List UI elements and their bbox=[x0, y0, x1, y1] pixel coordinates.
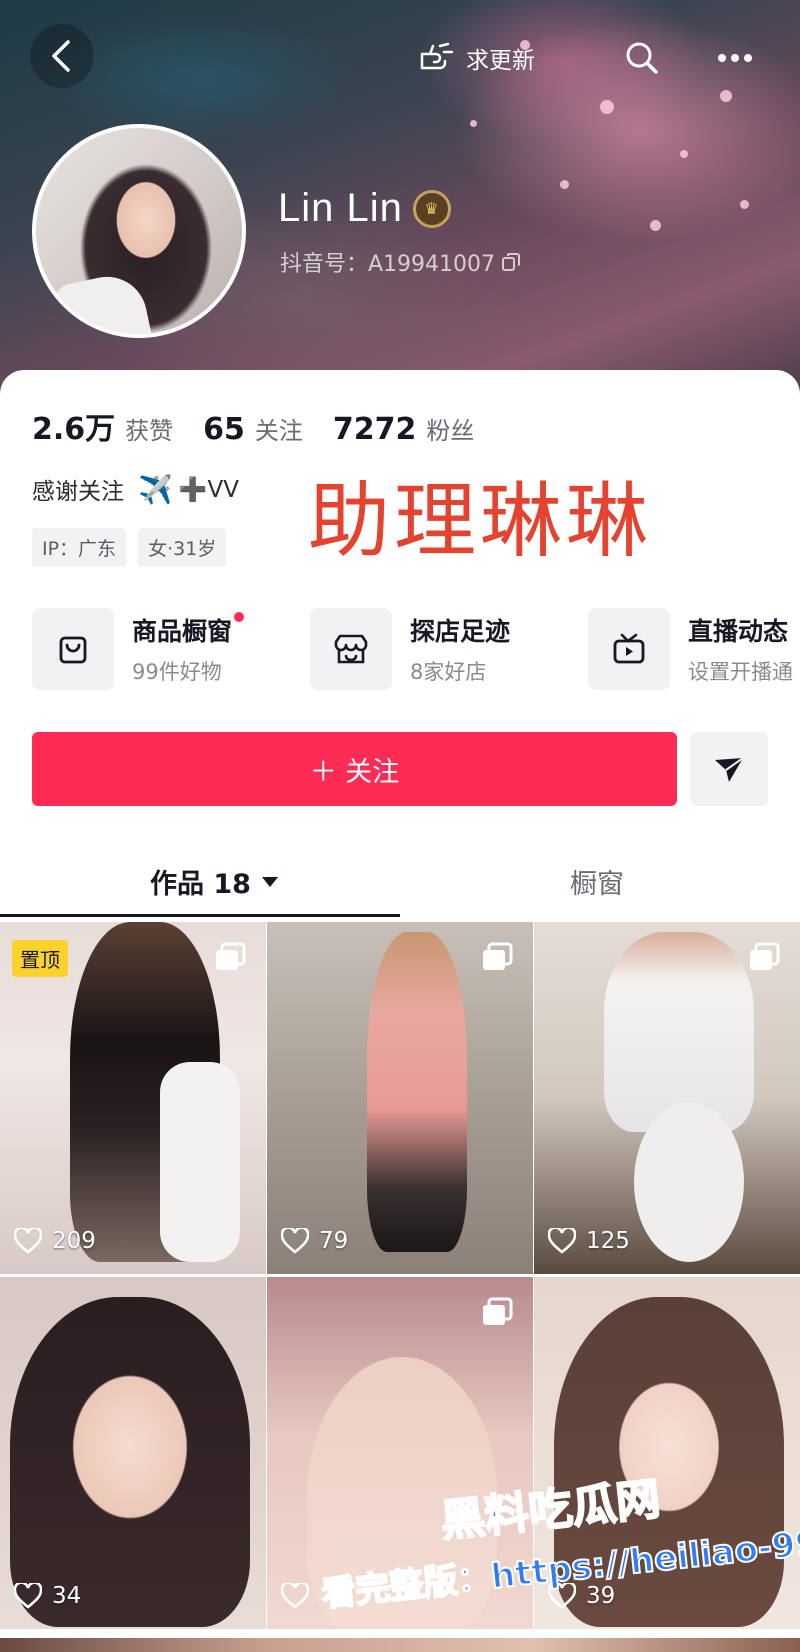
profile-tags: IP：广东 女·31岁 bbox=[32, 528, 227, 567]
multi-image-icon bbox=[216, 942, 246, 970]
next-row-preview bbox=[0, 1638, 800, 1652]
feature-store-visits-subtitle: 8家好店 bbox=[410, 660, 487, 684]
video-tile[interactable]: 125 bbox=[534, 922, 800, 1274]
video-grid: 置顶 209 79 125 34 39 bbox=[0, 922, 800, 1629]
gender-age-tag: 女·31岁 bbox=[138, 528, 227, 567]
bio-text: 感谢关注 bbox=[32, 479, 124, 505]
video-tile[interactable]: 79 bbox=[267, 922, 533, 1274]
heart-icon bbox=[14, 1228, 42, 1254]
feature-shop-window-title: 商品橱窗 bbox=[132, 612, 245, 648]
stat-likes-label: 获赞 bbox=[125, 417, 174, 445]
feature-live-updates-title: 直播动态 bbox=[688, 617, 789, 646]
feature-shop-window-title-text: 商品橱窗 bbox=[132, 617, 233, 646]
feature-shop-window[interactable]: 商品橱窗 99件好物 bbox=[32, 608, 282, 690]
stat-likes-value: 2.6万 bbox=[32, 412, 116, 447]
feature-store-visits-title: 探店足迹 bbox=[410, 617, 511, 646]
stat-following-label: 关注 bbox=[254, 417, 303, 445]
feature-entries: 商品橱窗 99件好物 探店足迹 8家好店 直播动态 设置开播通 bbox=[32, 608, 800, 690]
request-update-button[interactable]: 求更新 bbox=[416, 36, 535, 80]
feature-live-updates[interactable]: 直播动态 设置开播通 bbox=[588, 608, 800, 690]
back-button[interactable] bbox=[30, 24, 94, 88]
request-update-label: 求更新 bbox=[466, 48, 535, 74]
multi-image-icon bbox=[483, 1297, 513, 1325]
video-likes-count: 125 bbox=[586, 1228, 630, 1254]
video-likes: 209 bbox=[14, 1228, 96, 1254]
stat-followers-label: 粉丝 bbox=[426, 417, 475, 445]
multi-image-icon bbox=[750, 942, 780, 970]
content-tabs: 作品 18 橱窗 bbox=[0, 846, 800, 920]
search-icon bbox=[626, 42, 658, 74]
video-likes-count: 79 bbox=[319, 1228, 349, 1254]
shopping-bag-icon bbox=[32, 608, 114, 690]
crown-badge-icon[interactable]: ♛ bbox=[412, 189, 451, 228]
heart-icon bbox=[548, 1228, 576, 1254]
profile-stats: 2.6万 获赞 65 关注 7272 粉丝 bbox=[32, 404, 474, 448]
bio-suffix: ➕VV bbox=[178, 476, 239, 503]
tab-shop-window-label: 橱窗 bbox=[570, 869, 624, 900]
stat-followers[interactable]: 7272 粉丝 bbox=[333, 411, 475, 447]
video-tile[interactable]: 置顶 209 bbox=[0, 922, 266, 1274]
heart-icon bbox=[281, 1228, 309, 1254]
stat-likes[interactable]: 2.6万 获赞 bbox=[32, 404, 173, 448]
video-likes: 125 bbox=[548, 1228, 630, 1254]
follow-button-label: ＋ 关注 bbox=[309, 756, 400, 788]
ip-tag: IP：广东 bbox=[32, 528, 127, 567]
feature-shop-window-subtitle: 99件好物 bbox=[132, 660, 222, 684]
video-likes-count: 209 bbox=[52, 1228, 96, 1254]
stat-following[interactable]: 65 关注 bbox=[203, 411, 303, 447]
follow-button[interactable]: ＋ 关注 bbox=[32, 732, 677, 806]
douyin-id[interactable]: 抖音号：A19941007 bbox=[280, 246, 521, 278]
feature-live-updates-subtitle: 设置开播通 bbox=[688, 660, 793, 684]
video-likes: 79 bbox=[281, 1228, 348, 1254]
active-tab-indicator bbox=[0, 914, 400, 917]
search-button[interactable] bbox=[620, 36, 664, 80]
video-likes bbox=[281, 1583, 319, 1609]
profile-name-text: Lin Lin bbox=[278, 186, 403, 230]
avatar[interactable] bbox=[32, 124, 246, 338]
store-icon bbox=[310, 608, 392, 690]
feature-store-visits[interactable]: 探店足迹 8家好店 bbox=[310, 608, 560, 690]
send-arrow-icon bbox=[715, 757, 744, 782]
chevron-left-icon bbox=[52, 40, 70, 72]
heart-icon bbox=[14, 1583, 42, 1609]
video-likes: 34 bbox=[14, 1583, 81, 1609]
heart-icon bbox=[281, 1583, 309, 1609]
bio: 感谢关注 ✈️ ➕VV bbox=[32, 472, 239, 506]
airplane-icon: ✈️ bbox=[138, 472, 173, 506]
share-button[interactable] bbox=[690, 732, 768, 806]
notification-dot bbox=[234, 612, 245, 622]
douyin-id-text: 抖音号：A19941007 bbox=[280, 252, 496, 277]
overlay-title: 助理琳琳 bbox=[308, 474, 653, 569]
more-dots-icon bbox=[718, 54, 752, 62]
stat-following-value: 65 bbox=[203, 412, 245, 447]
stat-followers-value: 7272 bbox=[332, 412, 417, 447]
tv-icon bbox=[588, 608, 670, 690]
multi-image-icon bbox=[483, 942, 513, 970]
caret-down-icon bbox=[261, 876, 278, 887]
pinned-badge: 置顶 bbox=[12, 940, 68, 977]
copy-icon bbox=[502, 253, 521, 271]
profile-name: Lin Lin ♛ bbox=[278, 186, 451, 231]
video-tile[interactable]: 34 bbox=[0, 1277, 266, 1629]
hand-point-icon bbox=[420, 42, 454, 70]
tab-works-label: 作品 18 bbox=[150, 869, 251, 900]
video-likes-count: 34 bbox=[52, 1583, 82, 1609]
tab-shop-window[interactable]: 橱窗 bbox=[570, 862, 624, 901]
more-button[interactable] bbox=[710, 36, 760, 80]
tab-works[interactable]: 作品 18 bbox=[150, 862, 279, 901]
